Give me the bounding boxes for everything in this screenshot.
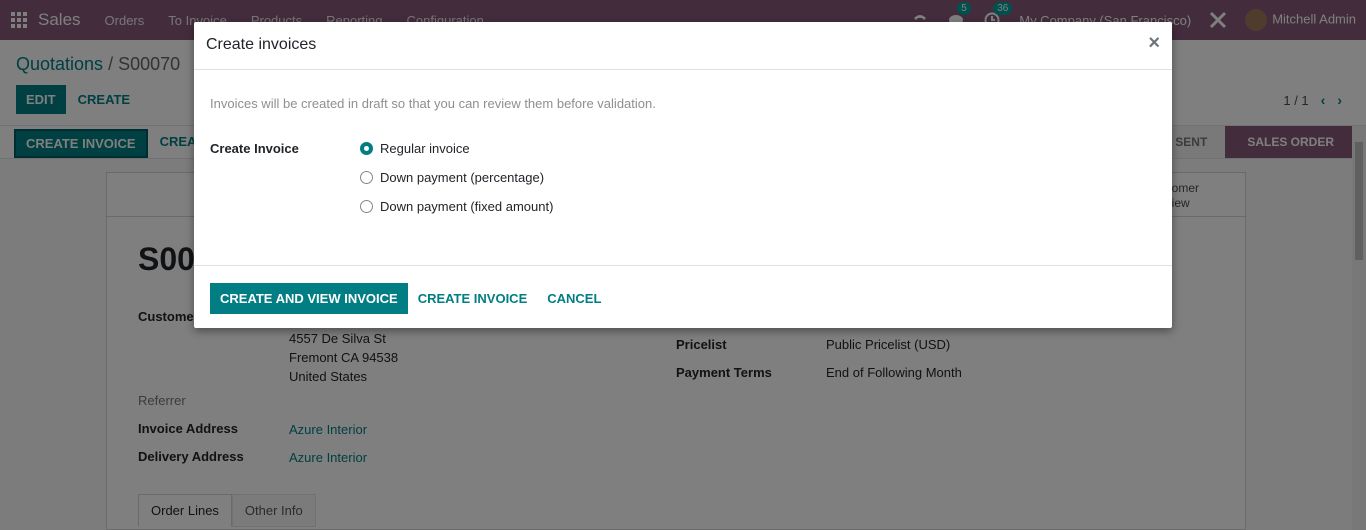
modal-footer-buttons: CREATE AND VIEW INVOICE CREATE INVOICE C… bbox=[210, 283, 611, 314]
radio-label-fixed: Down payment (fixed amount) bbox=[380, 199, 554, 214]
close-icon[interactable]: × bbox=[1148, 33, 1160, 53]
modal-title: Create invoices bbox=[206, 36, 317, 53]
create-and-view-invoice-button[interactable]: CREATE AND VIEW INVOICE bbox=[210, 283, 408, 314]
radio-label-regular: Regular invoice bbox=[380, 141, 470, 156]
radio-regular-invoice[interactable]: Regular invoice bbox=[360, 141, 470, 156]
cancel-button[interactable]: CANCEL bbox=[537, 283, 611, 314]
radio-label-percentage: Down payment (percentage) bbox=[380, 170, 545, 185]
radio-button[interactable] bbox=[360, 171, 373, 184]
modal-footer: CREATE AND VIEW INVOICE CREATE INVOICE C… bbox=[194, 265, 1172, 328]
modal-note: Invoices will be created in draft so tha… bbox=[210, 96, 656, 111]
radio-down-payment-percentage[interactable]: Down payment (percentage) bbox=[360, 170, 544, 185]
create-invoice-button[interactable]: CREATE INVOICE bbox=[408, 283, 538, 314]
create-invoice-label: Create Invoice bbox=[210, 141, 299, 156]
radio-button[interactable] bbox=[360, 200, 373, 213]
radio-down-payment-fixed[interactable]: Down payment (fixed amount) bbox=[360, 199, 553, 214]
radio-button-checked[interactable] bbox=[360, 142, 373, 155]
create-invoices-dialog: Create invoices × Invoices will be creat… bbox=[194, 22, 1172, 328]
modal-header: Create invoices × bbox=[194, 22, 1172, 70]
